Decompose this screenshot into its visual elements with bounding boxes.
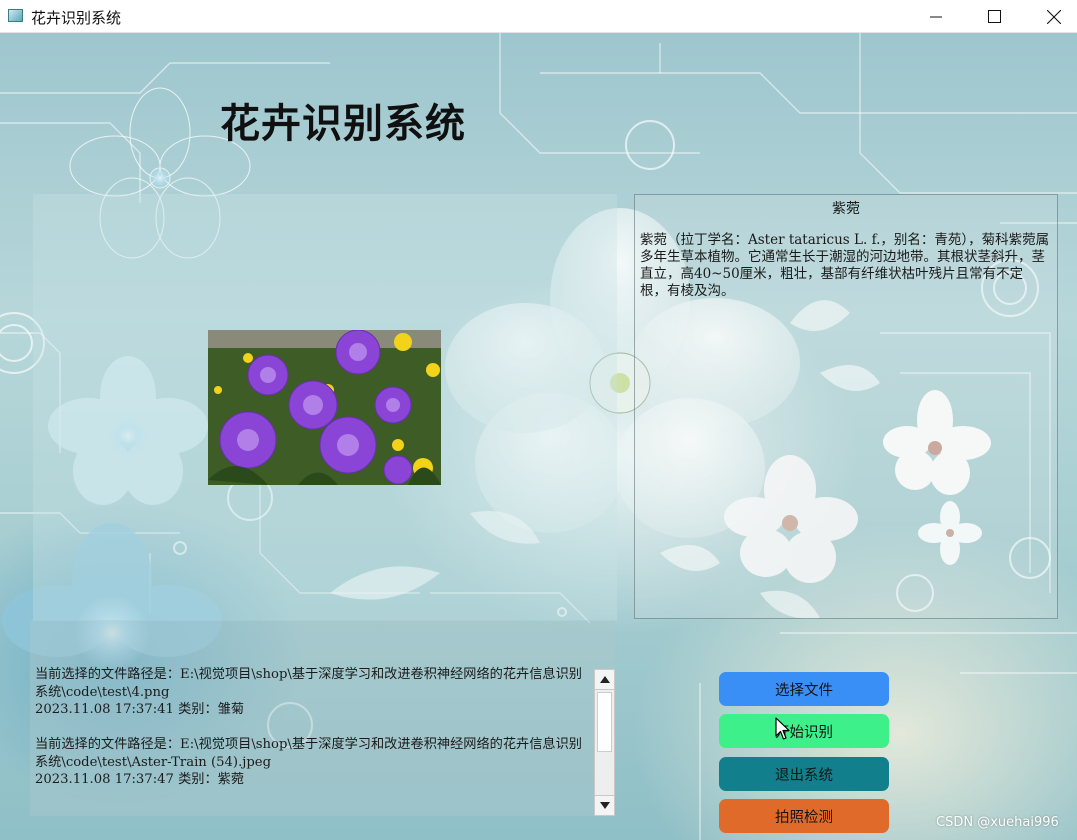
arrow-up-icon bbox=[599, 676, 610, 683]
maximize-icon bbox=[987, 10, 1001, 23]
flower-info-panel: 紫菀 紫菀（拉丁学名：Aster tataricus L. f.，别名：青苑），… bbox=[634, 194, 1058, 619]
log-result-line: 2023.11.08 17:37:41 类别：雏菊 bbox=[35, 702, 245, 717]
close-button[interactable] bbox=[1025, 0, 1077, 33]
scroll-down-button[interactable] bbox=[595, 795, 614, 815]
minimize-icon bbox=[930, 16, 942, 17]
aster-flower-photo bbox=[208, 330, 441, 485]
scroll-thumb[interactable] bbox=[597, 692, 612, 752]
log-result-line: 2023.11.08 17:37:47 类别：紫菀 bbox=[35, 772, 245, 787]
app-window-icon bbox=[8, 9, 23, 22]
window-title-bar: 花卉识别系统 bbox=[0, 0, 1077, 33]
start-recognition-button[interactable]: 开始识别 bbox=[719, 714, 889, 748]
close-icon bbox=[1047, 9, 1061, 24]
flower-name: 紫菀 bbox=[832, 201, 860, 217]
log-text-area[interactable]: 当前选择的文件路径是：E:\视觉项目\shop\基于深度学习和改进卷积神经网络的… bbox=[35, 666, 590, 806]
main-window-content: 花卉识别系统 紫菀 紫菀（拉丁学名：Aster tataricus L. f.，… bbox=[0, 33, 1077, 840]
log-scrollbar[interactable] bbox=[594, 669, 615, 816]
log-path-line: 当前选择的文件路径是：E:\视觉项目\shop\基于深度学习和改进卷积神经网络的… bbox=[35, 667, 582, 700]
flower-description: 紫菀（拉丁学名：Aster tataricus L. f.，别名：青苑），菊科紫… bbox=[640, 232, 1050, 299]
log-entry: 当前选择的文件路径是：E:\视觉项目\shop\基于深度学习和改进卷积神经网络的… bbox=[35, 736, 590, 789]
minimize-button[interactable] bbox=[907, 0, 965, 33]
mouse-cursor-icon bbox=[775, 717, 790, 740]
log-panel: 当前选择的文件路径是：E:\视觉项目\shop\基于深度学习和改进卷积神经网络的… bbox=[30, 620, 615, 816]
select-file-button[interactable]: 选择文件 bbox=[719, 672, 889, 706]
maximize-button[interactable] bbox=[965, 0, 1023, 33]
arrow-down-icon bbox=[599, 802, 610, 809]
watermark: CSDN @xuehai996 bbox=[936, 815, 1059, 830]
log-entry: 当前选择的文件路径是：E:\视觉项目\shop\基于深度学习和改进卷积神经网络的… bbox=[35, 666, 590, 719]
exit-system-button[interactable]: 退出系统 bbox=[719, 757, 889, 791]
window-title: 花卉识别系统 bbox=[31, 9, 122, 27]
log-path-line: 当前选择的文件路径是：E:\视觉项目\shop\基于深度学习和改进卷积神经网络的… bbox=[35, 737, 582, 770]
scroll-up-button[interactable] bbox=[595, 670, 614, 690]
uploaded-flower-image bbox=[208, 330, 441, 485]
camera-detect-button[interactable]: 拍照检测 bbox=[719, 799, 889, 833]
page-title: 花卉识别系统 bbox=[220, 101, 466, 147]
